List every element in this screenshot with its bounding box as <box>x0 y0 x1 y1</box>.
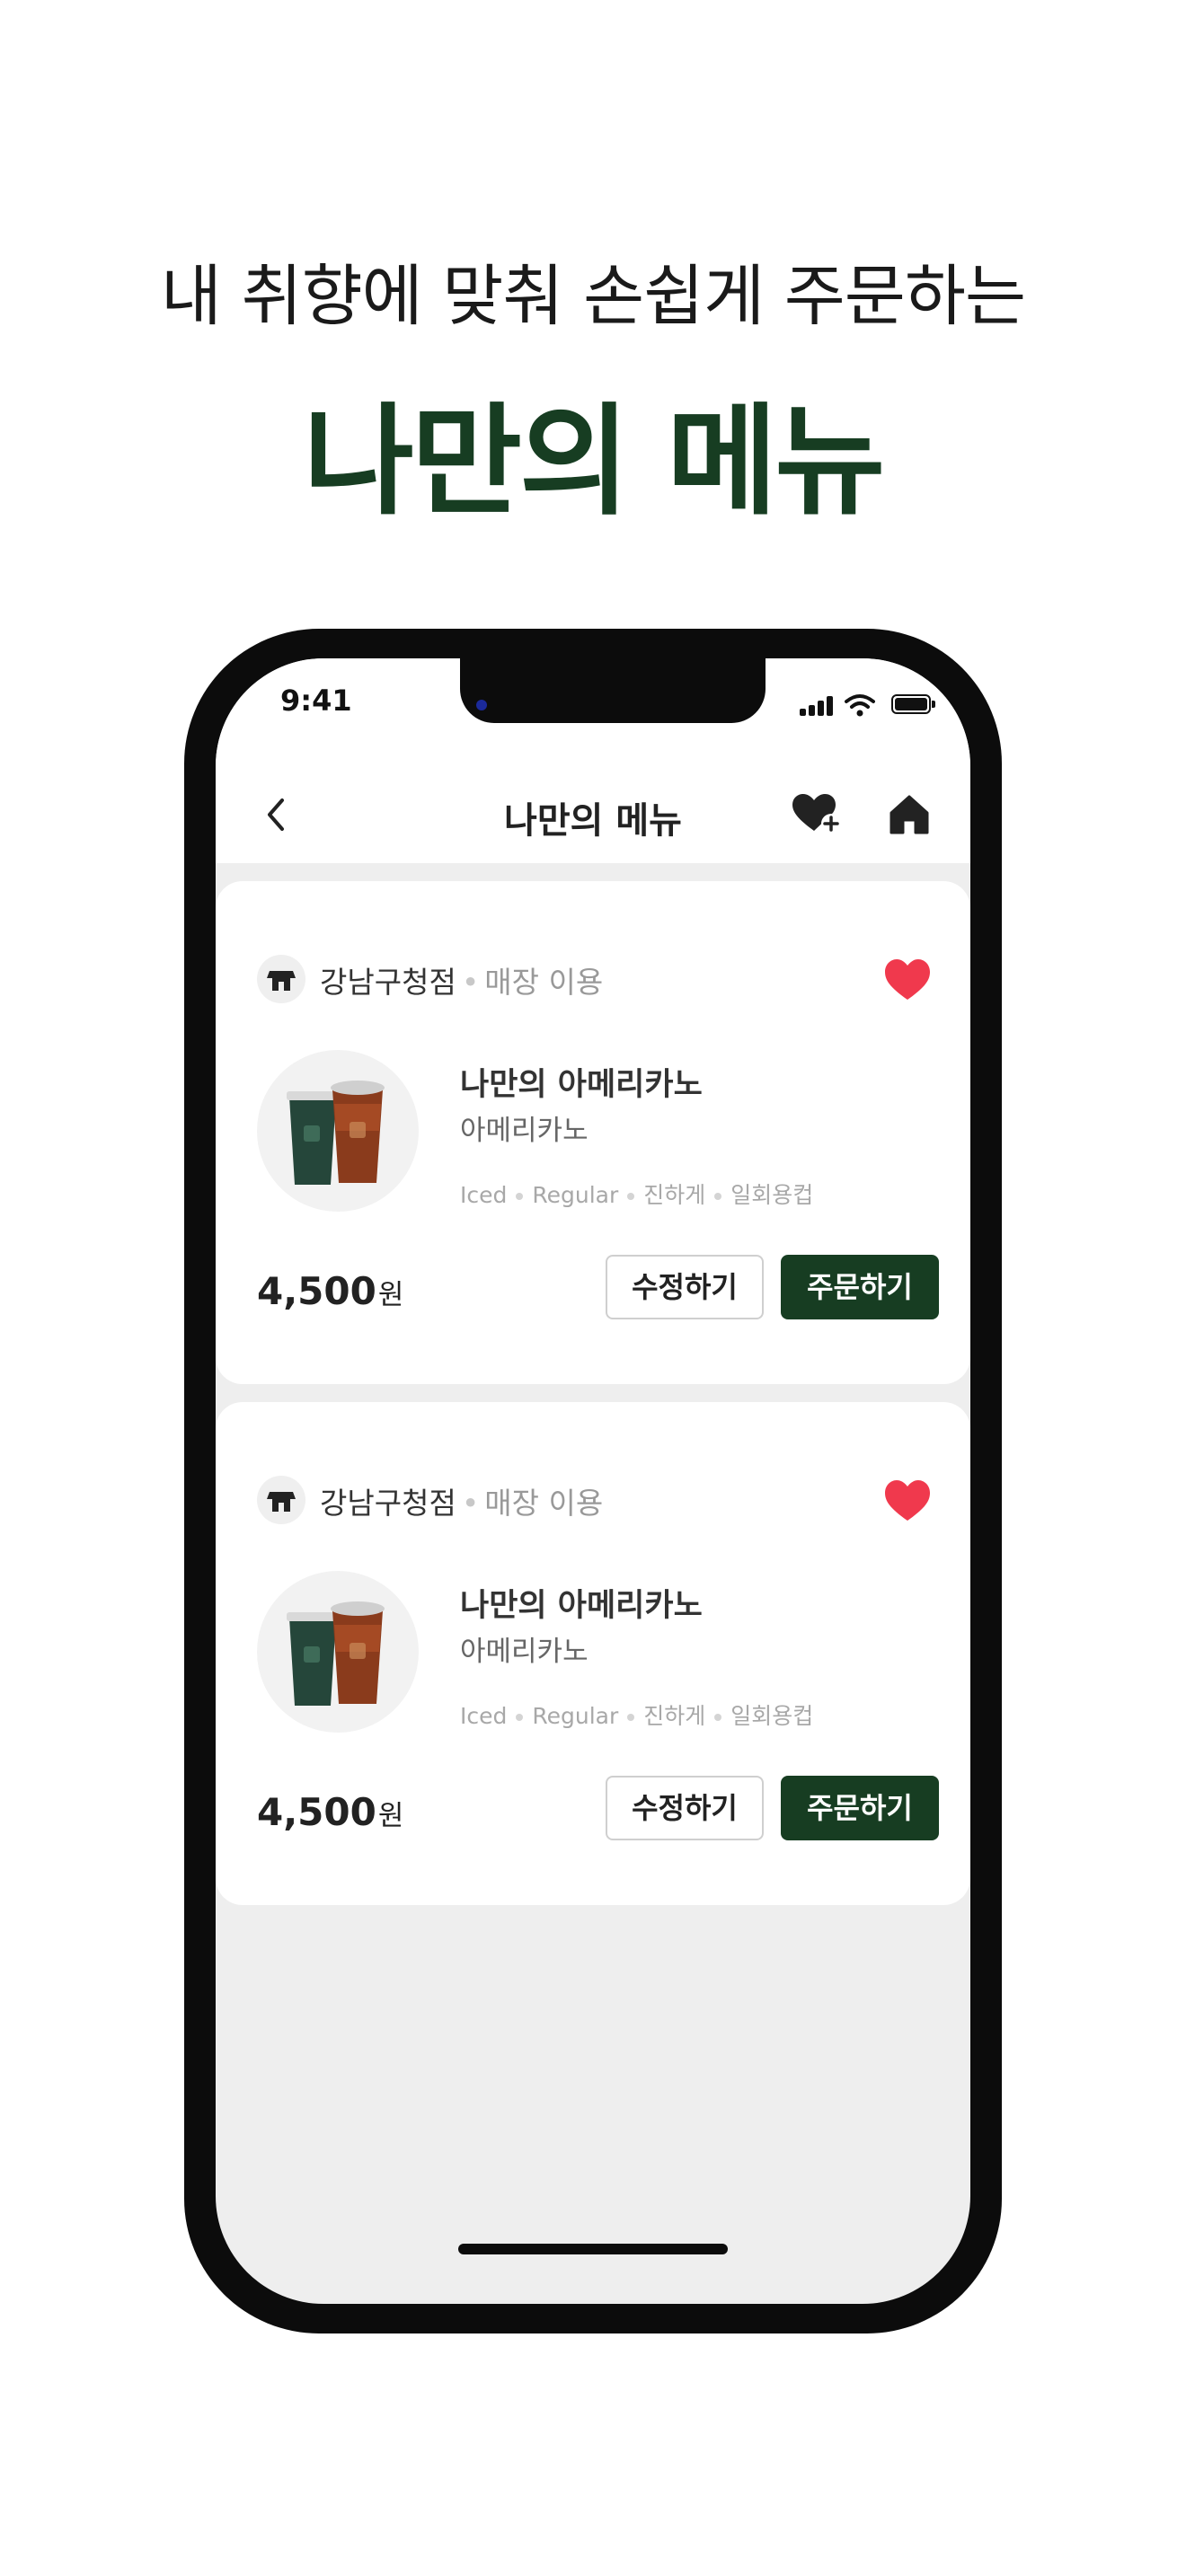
product-image <box>257 1050 419 1212</box>
price-value: 4,500 <box>257 1269 376 1313</box>
option: 일회용컵 <box>730 1182 814 1208</box>
store-icon <box>257 955 305 1003</box>
option-dot <box>516 1714 524 1721</box>
battery-icon <box>891 694 935 714</box>
option-dot <box>714 1193 722 1200</box>
product-options: Iced Regular 진하게 일회용컵 <box>460 1698 813 1731</box>
option-dot <box>714 1714 722 1721</box>
separator: • <box>461 1486 480 1521</box>
store-name: 강남구청점 <box>320 965 456 1000</box>
phone-frame: 9:41 나만의 메뉴 강남구청점 • 매장 이용 나만의 아메리카노 아메리카… <box>184 629 1002 2333</box>
order-button[interactable]: 주문하기 <box>781 1776 939 1840</box>
option: Iced <box>460 1182 508 1208</box>
home-icon[interactable] <box>884 790 934 840</box>
product-name: 나만의 아메리카노 <box>460 1067 703 1103</box>
option: Iced <box>460 1703 508 1729</box>
option-dot <box>516 1193 524 1200</box>
option: 일회용컵 <box>730 1703 814 1729</box>
menu-card: 강남구청점 • 매장 이용 나만의 아메리카노 아메리카노 Iced Regul… <box>216 1402 970 1905</box>
price: 4,500원 <box>257 1790 403 1834</box>
option-dot <box>627 1193 635 1200</box>
phone-screen: 9:41 나만의 메뉴 강남구청점 • 매장 이용 나만의 아메리카노 아메리카… <box>216 658 970 2304</box>
hero-subtitle: 내 취향에 맞춰 손쉽게 주문하는 <box>160 258 1026 335</box>
wifi-icon <box>845 694 875 717</box>
nav-bar: 나만의 메뉴 <box>216 766 970 863</box>
cellular-signal-icon <box>800 696 834 716</box>
product-base: 아메리카노 <box>460 1636 589 1668</box>
product-name: 나만의 아메리카노 <box>460 1588 703 1624</box>
option: Regular <box>532 1182 619 1208</box>
home-indicator[interactable] <box>458 2244 728 2254</box>
price: 4,500원 <box>257 1269 403 1313</box>
product-image <box>257 1571 419 1733</box>
order-button[interactable]: 주문하기 <box>781 1255 939 1319</box>
heart-plus-icon[interactable] <box>791 790 845 840</box>
store-info: 강남구청점 • 매장 이용 <box>320 1479 603 1522</box>
edit-button[interactable]: 수정하기 <box>606 1776 764 1840</box>
store-mode: 매장 이용 <box>484 965 604 1000</box>
option-dot <box>627 1714 635 1721</box>
option: 진하게 <box>643 1703 706 1729</box>
page-title: 나만의 메뉴 <box>504 800 682 842</box>
camera-notch <box>460 658 766 723</box>
heart-icon[interactable] <box>882 1478 933 1524</box>
price-unit: 원 <box>377 1800 404 1832</box>
price-value: 4,500 <box>257 1790 376 1834</box>
option: Regular <box>532 1703 619 1729</box>
product-options: Iced Regular 진하게 일회용컵 <box>460 1178 813 1210</box>
separator: • <box>461 965 480 1000</box>
heart-icon[interactable] <box>882 957 933 1003</box>
front-camera <box>476 700 487 710</box>
hero-title: 나만의 메뉴 <box>303 392 885 532</box>
store-mode: 매장 이용 <box>484 1486 604 1521</box>
price-unit: 원 <box>377 1279 404 1311</box>
status-time: 9:41 <box>280 684 352 718</box>
edit-button[interactable]: 수정하기 <box>606 1255 764 1319</box>
store-info: 강남구청점 • 매장 이용 <box>320 958 603 1001</box>
option: 진하게 <box>643 1182 706 1208</box>
store-name: 강남구청점 <box>320 1486 456 1521</box>
product-base: 아메리카노 <box>460 1115 589 1147</box>
store-icon <box>257 1476 305 1524</box>
menu-card: 강남구청점 • 매장 이용 나만의 아메리카노 아메리카노 Iced Regul… <box>216 881 970 1384</box>
